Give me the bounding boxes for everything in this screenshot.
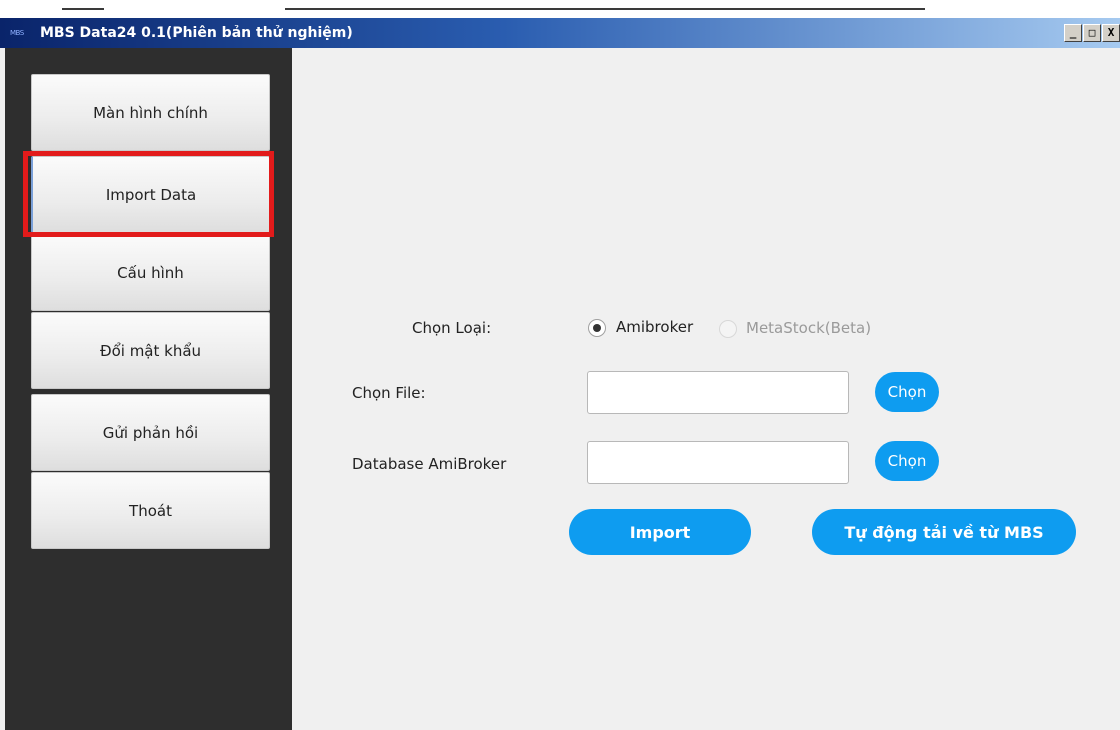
database-label: Database AmiBroker: [352, 455, 507, 473]
metastock-radio-label[interactable]: MetaStock(Beta): [746, 319, 871, 337]
sidebar-item-import-data[interactable]: Import Data: [31, 156, 270, 233]
minimize-button[interactable]: _: [1064, 24, 1082, 42]
maximize-button[interactable]: □: [1083, 24, 1101, 42]
amibroker-radio[interactable]: [588, 319, 606, 337]
sidebar-item-settings[interactable]: Cấu hình: [31, 234, 270, 311]
database-path-input[interactable]: [587, 441, 849, 484]
sidebar-item-change-password[interactable]: Đổi mật khẩu: [31, 312, 270, 389]
sidebar-item-exit[interactable]: Thoát: [31, 472, 270, 549]
file-label: Chọn File:: [352, 384, 426, 402]
window-title: MBS Data24 0.1(Phiên bản thử nghiệm): [40, 25, 353, 41]
app-logo-icon: MBS: [10, 29, 24, 37]
choose-database-button[interactable]: Chọn: [875, 441, 939, 481]
main-panel: Chọn Loại: Amibroker MetaStock(Beta) Chọ…: [292, 48, 1120, 730]
background-line: [62, 8, 104, 10]
background-line: [285, 8, 925, 10]
import-button[interactable]: Import: [569, 509, 751, 555]
title-bar: MBS MBS Data24 0.1(Phiên bản thử nghiệm)…: [0, 18, 1120, 48]
close-button[interactable]: X: [1102, 24, 1120, 42]
auto-download-button[interactable]: Tự động tải về từ MBS: [812, 509, 1076, 555]
file-path-input[interactable]: [587, 371, 849, 414]
app-window: MBS MBS Data24 0.1(Phiên bản thử nghiệm)…: [0, 0, 1120, 730]
type-label: Chọn Loại:: [412, 319, 492, 337]
amibroker-radio-label[interactable]: Amibroker: [616, 318, 693, 336]
background-strip: [0, 0, 1120, 18]
sidebar: Màn hình chính Import Data Cấu hình Đổi …: [5, 48, 292, 730]
sidebar-item-send-feedback[interactable]: Gửi phản hồi: [31, 394, 270, 471]
sidebar-item-main-screen[interactable]: Màn hình chính: [31, 74, 270, 151]
metastock-radio[interactable]: [719, 320, 737, 338]
choose-file-button[interactable]: Chọn: [875, 372, 939, 412]
